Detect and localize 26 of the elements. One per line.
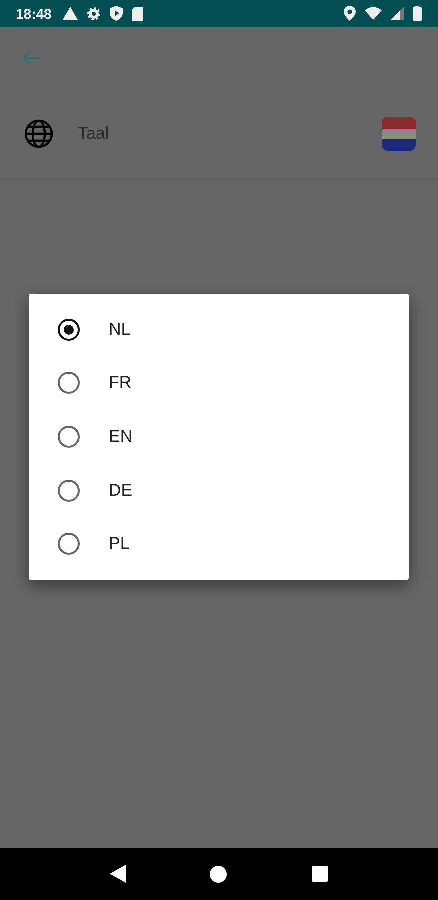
radio-button[interactable] — [58, 480, 80, 502]
home-icon[interactable] — [210, 866, 228, 882]
language-option[interactable]: PL — [109, 534, 130, 554]
globe-icon — [24, 119, 54, 149]
language-option[interactable]: NL — [109, 320, 131, 340]
radio-button[interactable] — [58, 318, 80, 341]
radio-button[interactable] — [58, 426, 80, 448]
wifi-icon — [365, 7, 382, 20]
back-arrow-icon — [22, 51, 42, 65]
recents-icon[interactable] — [312, 866, 328, 882]
location-icon — [344, 6, 356, 21]
flag-icon[interactable] — [382, 117, 416, 151]
signal-icon — [391, 7, 404, 20]
sd-card-icon — [132, 6, 143, 20]
warning-icon — [62, 7, 78, 20]
language-option[interactable]: DE — [109, 480, 133, 501]
battery-icon — [413, 6, 422, 21]
radio-button[interactable] — [58, 372, 80, 394]
language-option[interactable]: FR — [109, 373, 132, 394]
shield-icon — [110, 6, 123, 21]
setting-label: Taal — [78, 124, 110, 144]
gear-icon — [86, 6, 101, 20]
status-time: 18:48 — [16, 6, 52, 22]
back-icon[interactable] — [110, 865, 126, 883]
radio-button[interactable] — [58, 533, 80, 556]
language-option[interactable]: EN — [109, 426, 133, 447]
